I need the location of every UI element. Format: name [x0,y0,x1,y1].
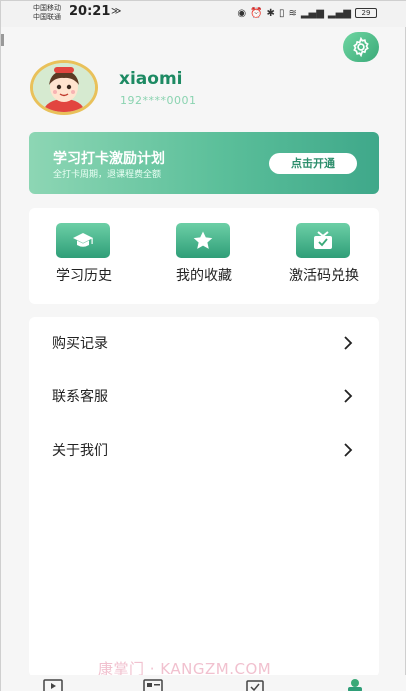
status-icons: ◉ ⏰ ✱ ▯ ≋ ▂▄▆ ▂▄▆ 29 [237,5,377,21]
menu-item-about-us[interactable]: 关于我们 [29,430,379,470]
favorites-action[interactable]: 我的收藏 [149,223,249,293]
history-action[interactable]: 学习历史 [29,223,129,293]
banner-title: 学习打卡激励计划 [53,151,165,167]
history-tile [56,223,110,258]
avatar[interactable] [30,60,98,115]
redeem-action[interactable]: 激活码兑换 [269,223,369,293]
favorites-label: 我的收藏 [176,268,232,284]
carrier-info: 中国移动 中国联通 [33,4,61,22]
menu-item-label: 联系客服 [52,389,108,405]
video-icon[interactable] [43,679,63,691]
checkin-banner[interactable]: 学习打卡激励计划 全打卡周期，退课程费全额 点击开通 [29,132,379,194]
history-label: 学习历史 [56,268,112,284]
avatar-image [33,63,95,112]
chevron-right-icon [344,443,353,457]
username: xiaomi [119,69,183,89]
chevron-right-icon [344,336,353,350]
gear-icon [353,37,369,57]
card-icon[interactable] [143,679,163,691]
signal-icon: ▂▄▆ [300,7,324,19]
graduation-cap-icon [73,232,93,247]
wifi-icon: ≋ [288,7,297,19]
chevron-right-icon [344,389,353,403]
vibrate-icon: ▯ [278,7,285,19]
banner-subtitle: 全打卡周期，退课程费全额 [53,170,162,180]
settings-button[interactable] [343,32,379,62]
signal-2-icon: ▂▄▆ [327,7,351,19]
redeem-label: 激活码兑换 [289,268,359,284]
user-phone: 192****0001 [120,94,197,107]
menu-item-purchase-records[interactable]: 购买记录 [29,323,379,363]
profile-icon[interactable] [346,679,364,691]
carrier-1: 中国移动 [33,4,61,12]
menu-item-label: 关于我们 [52,443,108,459]
data-saver-icon: ≫ [111,6,122,17]
redeem-tile [296,223,350,258]
favorites-tile [176,223,230,258]
edge-indicator [1,34,4,46]
battery-icon: 29 [355,8,377,18]
status-bar: 中国移动 中国联通 20:21 ≫ ◉ ⏰ ✱ ▯ ≋ ▂▄▆ ▂▄▆ 29 [1,1,406,27]
quick-actions: 学习历史 我的收藏 激活码兑换 [29,208,379,304]
eye-icon: ◉ [237,7,247,19]
menu-item-customer-service[interactable]: 联系客服 [29,376,379,416]
alarm-icon: ⏰ [250,7,263,19]
menu-item-label: 购买记录 [52,336,108,352]
activate-button[interactable]: 点击开通 [269,153,357,174]
clock: 20:21 [69,4,111,19]
app-screen: 中国移动 中国联通 20:21 ≫ ◉ ⏰ ✱ ▯ ≋ ▂▄▆ ▂▄▆ 29 x… [0,0,406,691]
bluetooth-icon: ✱ [266,7,275,19]
menu-list: 购买记录 联系客服 关于我们 [29,317,379,677]
gift-icon [314,231,332,249]
bottom-nav [1,675,406,691]
carrier-2: 中国联通 [33,13,61,21]
star-icon [193,231,213,249]
calendar-check-icon[interactable] [246,679,264,691]
